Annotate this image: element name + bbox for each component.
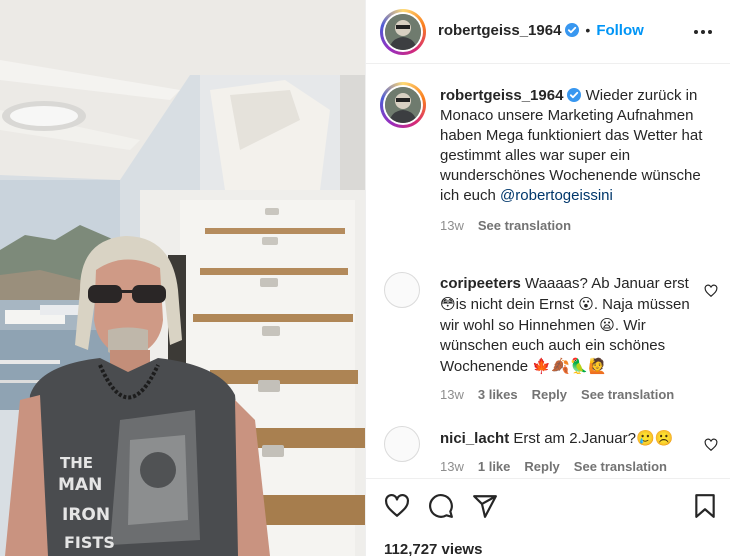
- caption-username[interactable]: robertgeiss_1964: [440, 87, 563, 104]
- more-options-icon[interactable]: [692, 22, 714, 42]
- comment-see-translation[interactable]: See translation: [574, 459, 667, 474]
- comment-reply-button[interactable]: Reply: [532, 387, 567, 402]
- commenter-avatar[interactable]: [384, 272, 420, 308]
- header-separator: •: [585, 22, 591, 38]
- share-icon[interactable]: [472, 493, 498, 519]
- author-avatar[interactable]: [380, 9, 426, 55]
- comment-text-part: Waaaas? Ab Januar erst: [525, 275, 689, 292]
- shirt-text-line-3: IRON: [62, 505, 110, 525]
- comment-text: nici_lacht Erst am 2.Januar?🥲☹️ 13w 1 lik…: [440, 428, 695, 477]
- caption-timestamp[interactable]: 13w: [440, 218, 464, 233]
- leaves-parrot-wave-emoji: 🍁🍂🦜🙋: [532, 357, 608, 375]
- comment-username[interactable]: nici_lacht: [440, 430, 509, 447]
- comment-text: coripeeters Waaaas? Ab Januar erst 😳is n…: [440, 274, 695, 405]
- comment-like-heart-icon[interactable]: [704, 438, 718, 452]
- author-username[interactable]: robertgeiss_1964: [438, 22, 561, 39]
- views-count[interactable]: 112,727 views: [384, 541, 482, 556]
- yacht-photo: THE MAN IRON FISTS: [0, 0, 365, 556]
- bookmark-icon[interactable]: [692, 493, 718, 519]
- comment-likes[interactable]: 3 likes: [478, 387, 518, 402]
- comment-reply-button[interactable]: Reply: [524, 459, 559, 474]
- post-side-panel: robertgeiss_1964 • Follow robertgeiss_1964…: [366, 0, 730, 556]
- shirt-text-line-4: FISTS: [64, 533, 115, 552]
- shirt-text-line-1: THE: [60, 454, 93, 472]
- comment-timestamp[interactable]: 13w: [440, 459, 464, 474]
- surprised-emoji: 😮: [578, 295, 594, 313]
- caption-see-translation[interactable]: See translation: [478, 218, 571, 233]
- action-bar: 112,727 views: [366, 478, 730, 556]
- comment-likes[interactable]: 1 like: [478, 459, 511, 474]
- caption-author-avatar[interactable]: [380, 82, 426, 128]
- verified-badge-icon: [565, 23, 580, 37]
- caption-mention-link[interactable]: @robertogeissini: [500, 187, 613, 204]
- commenter-avatar[interactable]: [384, 426, 420, 462]
- comment-text-part: is nicht dein Ernst: [455, 296, 579, 313]
- heart-icon[interactable]: [384, 493, 410, 519]
- follow-button[interactable]: Follow: [596, 22, 644, 39]
- comment-timestamp[interactable]: 13w: [440, 387, 464, 402]
- comment-icon[interactable]: [428, 493, 454, 519]
- verified-badge-icon: [567, 88, 582, 102]
- flushed-emoji: 😳: [440, 295, 456, 313]
- comment-like-heart-icon[interactable]: [704, 284, 718, 298]
- caption-text: robertgeiss_1964 Wieder zurück in Monaco…: [440, 86, 710, 236]
- sad-emoji: 🥲☹️: [635, 429, 674, 447]
- comment-username[interactable]: coripeeters: [440, 275, 521, 292]
- frowning-emoji: 😦: [599, 316, 615, 334]
- comment-see-translation[interactable]: See translation: [581, 387, 674, 402]
- comment-text-part: Erst am 2.Januar?: [513, 430, 636, 447]
- post-image[interactable]: THE MAN IRON FISTS: [0, 0, 365, 556]
- shirt-text-line-2: MAN: [58, 475, 102, 495]
- post-header: robertgeiss_1964 • Follow: [366, 0, 730, 64]
